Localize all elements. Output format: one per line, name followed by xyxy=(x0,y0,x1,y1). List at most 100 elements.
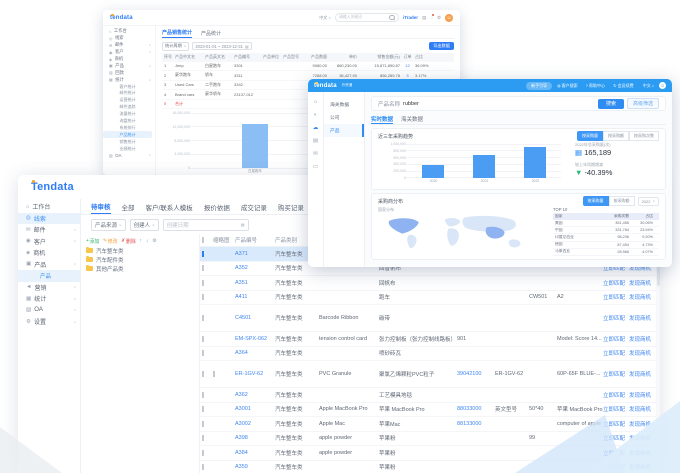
year-select[interactable]: 2022∨ xyxy=(638,197,659,206)
rail-icon[interactable] xyxy=(313,138,318,144)
sidebar-item[interactable]: 产品 ∨ xyxy=(18,270,80,282)
top10-row[interactable]: 印度尼西亚 98,236 9.20% xyxy=(553,234,659,241)
cell-product-code[interactable]: ER-1GV-62 xyxy=(235,371,275,377)
match-data-link[interactable]: 立即匹配 xyxy=(603,391,625,399)
top10-row[interactable]: 中国 331,784 23.94% xyxy=(553,227,659,234)
tab[interactable]: 报价依据 xyxy=(204,199,230,214)
toggle-button[interactable]: 按采购额 xyxy=(609,196,635,206)
sidebar-item[interactable]: 产品统计 ∨ xyxy=(103,131,152,138)
header-menu-item[interactable]: 客户搜索 ∨ xyxy=(557,83,581,89)
top10-row[interactable]: 德国 87,454 4.73% xyxy=(553,242,659,249)
cell-product-code[interactable]: A3001 xyxy=(235,406,275,412)
itrader-label[interactable]: iTrader xyxy=(403,15,418,20)
tab[interactable]: 购买记录 xyxy=(278,199,304,214)
cell-product-code[interactable]: A398 xyxy=(235,435,275,441)
row-checkbox[interactable] xyxy=(202,406,204,412)
tree-action-button[interactable] xyxy=(139,238,142,244)
sidebar-item[interactable]: OA ∨ xyxy=(18,305,80,317)
avatar[interactable]: ☺ xyxy=(659,82,666,89)
rail-icon[interactable] xyxy=(313,151,318,157)
header-menu-item[interactable]: 会员续费 ∨ xyxy=(613,83,637,89)
row-checkbox[interactable] xyxy=(202,392,204,398)
create-date-input[interactable]: 创建日期▦ xyxy=(163,219,249,231)
cell-hs-code[interactable]: 39042100 xyxy=(457,371,495,377)
row-checkbox[interactable] xyxy=(202,371,204,377)
find-opportunity-link[interactable]: 发现商机 xyxy=(629,391,651,399)
product-row[interactable]: A351 汽车整车类 回帆布 立即匹配 发现商机 xyxy=(200,276,660,291)
apps-icon[interactable]: ▤ xyxy=(422,15,426,21)
tab[interactable]: 成交记录 xyxy=(241,199,267,214)
sidebar-item[interactable]: 回款 ∨ xyxy=(103,69,155,76)
row-checkbox[interactable] xyxy=(202,435,204,441)
date-range-input[interactable]: 2023-01-01 ~ 2023-12-31▦ xyxy=(192,42,251,50)
product-row[interactable]: ER-1GV-62 汽车整车类 PVC Granule 聚氯乙烯颗粒PVC粒子 … xyxy=(200,361,660,388)
tab[interactable]: 实时数据 xyxy=(371,114,393,124)
cell-product-code[interactable]: A362 xyxy=(235,392,275,398)
top10-row[interactable]: 马来西亚 28,966 4.07% xyxy=(553,249,659,256)
sidebar-item[interactable]: 邮件 ∨ xyxy=(103,42,155,49)
cell-product-code[interactable]: A351 xyxy=(235,280,275,286)
sidebar-item[interactable]: 商机 ∨ xyxy=(18,247,80,259)
sidebar-item[interactable]: 询盘统计 ∨ xyxy=(103,118,155,125)
language-switcher[interactable]: 中文 ∨ xyxy=(319,15,331,21)
global-search-input[interactable]: 请输入关键词 xyxy=(335,13,399,22)
bell-icon[interactable]: ◌ xyxy=(430,15,433,20)
find-opportunity-link[interactable]: 发现商机 xyxy=(629,370,651,378)
sidebar-item[interactable]: 产品 ∨ xyxy=(103,62,155,69)
sidebar-item[interactable]: 设置 ∨ xyxy=(18,316,80,328)
cell-product-code[interactable]: A411 xyxy=(235,294,275,300)
rail-icon[interactable] xyxy=(314,99,317,105)
sidebar-item[interactable]: 统计 ∨ xyxy=(103,76,155,83)
cell-product-code[interactable]: A364 xyxy=(235,350,275,356)
advanced-filter-button[interactable]: 高级筛选 xyxy=(627,98,659,109)
sidebar-item[interactable]: 工作台 ∨ xyxy=(103,28,155,35)
tree-action-button[interactable]: 添加 xyxy=(86,238,99,245)
search-button[interactable]: 搜索 xyxy=(598,99,624,109)
subnav-item[interactable]: 公司 xyxy=(324,111,364,124)
cell-product-code[interactable]: A352 xyxy=(235,265,275,271)
bar[interactable]: 2020 xyxy=(411,144,457,178)
row-checkbox[interactable] xyxy=(202,336,204,342)
subnav-item[interactable]: 产品 xyxy=(324,124,364,137)
cell-product-code[interactable]: A371 xyxy=(235,251,275,257)
sidebar-item[interactable]: 工作台 ∨ xyxy=(18,201,80,213)
sidebar-item[interactable]: 线索 ∨ xyxy=(103,35,155,42)
match-data-link[interactable]: 立即匹配 xyxy=(603,349,625,357)
sidebar-item[interactable]: 流量统计 ∨ xyxy=(103,111,155,118)
sidebar-item[interactable]: 邮件追踪 ∨ xyxy=(103,104,155,111)
row-checkbox[interactable] xyxy=(202,350,204,356)
rail-icon[interactable] xyxy=(313,164,318,170)
sidebar-item[interactable]: 商机 ∨ xyxy=(103,56,155,63)
gear-icon[interactable]: ⚙ xyxy=(437,15,441,21)
tree-action-button[interactable] xyxy=(152,238,157,244)
row-checkbox[interactable] xyxy=(202,421,204,427)
product-row[interactable]: C4501 汽车整车类 Barcode Ribbon 碳带 立即匹配 发现商机 xyxy=(200,305,660,332)
find-opportunity-link[interactable]: 发现商机 xyxy=(629,349,651,357)
sidebar-item[interactable]: OA ∨ xyxy=(103,152,155,159)
cell-product-code[interactable]: A359 xyxy=(235,464,275,470)
cell-hs-code[interactable]: 88133000 xyxy=(457,421,495,427)
select-all-checkbox[interactable] xyxy=(202,237,204,243)
category-folder[interactable]: 汽车配件类 xyxy=(86,255,194,264)
row-checkbox[interactable] xyxy=(202,280,204,286)
tab[interactable]: 产品统计 xyxy=(201,28,221,38)
match-data-link[interactable]: 立即匹配 xyxy=(603,314,625,322)
cell-product-code[interactable]: EM-SPX-062 xyxy=(235,336,275,342)
sidebar-item[interactable]: 客户统计 ∨ xyxy=(103,83,155,90)
top10-row[interactable]: 美国 351,456 30.06% xyxy=(553,220,659,227)
bar[interactable]: 2022 xyxy=(513,144,559,178)
sidebar-item[interactable]: 营销 ∨ xyxy=(18,282,80,294)
cell-hs-code[interactable]: 901 xyxy=(457,336,495,342)
creator-select[interactable]: 创建人∨ xyxy=(130,219,159,231)
cell-product-code[interactable]: A3002 xyxy=(235,421,275,427)
find-opportunity-link[interactable]: 发现商机 xyxy=(629,279,651,287)
cell-hs-code[interactable]: 88033000 xyxy=(457,406,495,412)
sidebar-item[interactable]: 线索 ∨ xyxy=(18,213,80,225)
search-field-value[interactable]: rubber xyxy=(403,101,419,107)
row-checkbox[interactable] xyxy=(202,450,204,456)
match-data-link[interactable]: 立即匹配 xyxy=(603,279,625,287)
bar[interactable]: 2021 xyxy=(462,144,508,178)
period-select[interactable]: 统计周期∨ xyxy=(162,42,189,51)
sidebar-item[interactable]: 邮件统计 ∨ xyxy=(103,90,155,97)
sidebar-item[interactable]: 统计 ∨ xyxy=(18,293,80,305)
